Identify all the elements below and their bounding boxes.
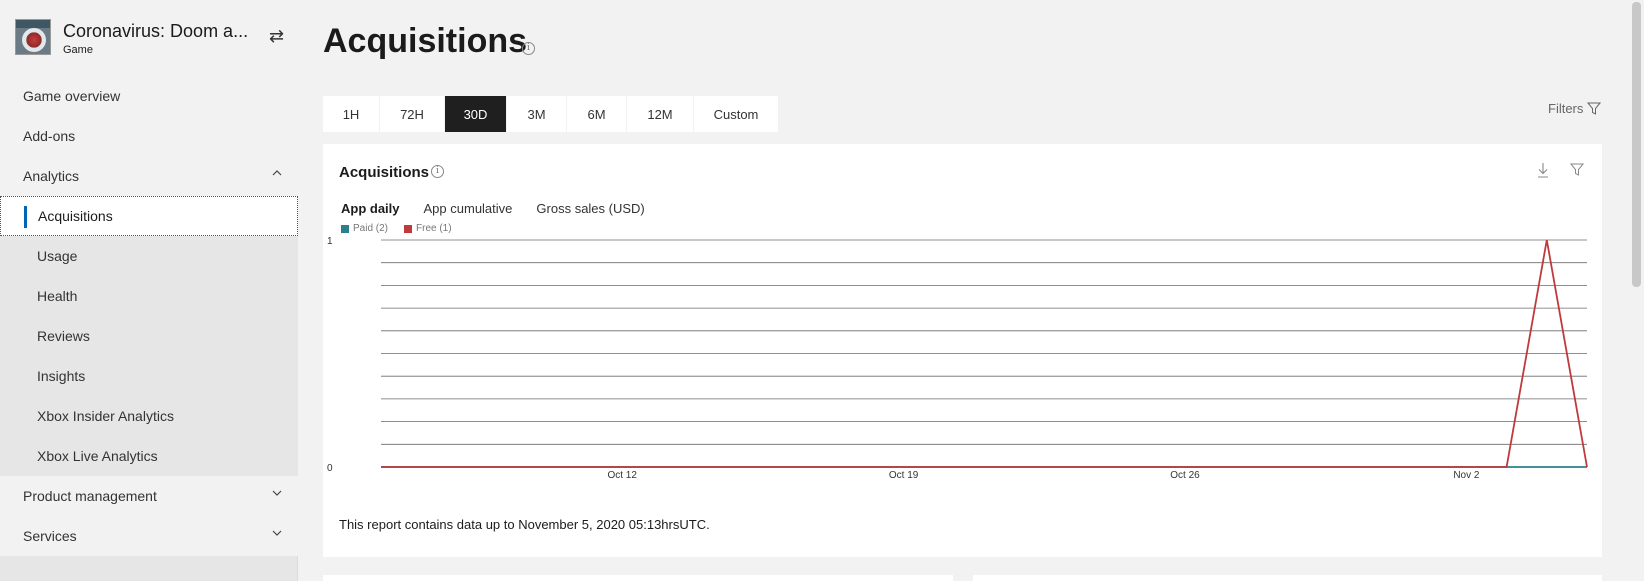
sidebar-item-label: Xbox Live Analytics bbox=[37, 448, 158, 464]
sidebar-item-analytics[interactable]: Analytics bbox=[0, 156, 298, 196]
sidebar-item-product-management[interactable]: Product management bbox=[0, 476, 298, 516]
sidebar: Coronavirus: Doom a... Game ⇄ Game overv… bbox=[0, 0, 298, 581]
sidebar-item-label: Add-ons bbox=[23, 128, 76, 144]
page-title: Acquisitions bbox=[323, 22, 528, 60]
subtab-app-daily[interactable]: App daily bbox=[341, 201, 400, 216]
range-tab-1h[interactable]: 1H bbox=[323, 96, 380, 132]
sidebar-item-xbox-live-analytics[interactable]: Xbox Live Analytics bbox=[0, 436, 298, 476]
bottom-card-right bbox=[973, 575, 1602, 581]
filters-label: Filters bbox=[1548, 101, 1584, 116]
sidebar-item-label: Usage bbox=[37, 248, 78, 264]
legend-swatch bbox=[404, 224, 413, 233]
filter-icon[interactable] bbox=[1570, 163, 1584, 176]
range-tab-3m[interactable]: 3M bbox=[507, 96, 567, 132]
chart-legend: Paid (2) Free (1) bbox=[341, 223, 452, 234]
info-icon[interactable]: i bbox=[522, 42, 535, 55]
chevron-down-icon bbox=[272, 530, 282, 536]
app-header: Coronavirus: Doom a... Game ⇄ bbox=[0, 0, 298, 80]
selected-indicator bbox=[24, 206, 27, 228]
sidebar-item-xbox-insider-analytics[interactable]: Xbox Insider Analytics bbox=[0, 396, 298, 436]
range-tab-custom[interactable]: Custom bbox=[694, 96, 779, 132]
bottom-card-left bbox=[323, 575, 953, 581]
sidebar-item-label: Insights bbox=[37, 368, 86, 384]
legend-label: Paid (2) bbox=[353, 223, 389, 234]
time-range-tabs: 1H 72H 30D 3M 6M 12M Custom bbox=[323, 96, 779, 132]
sidebar-item-label: Product management bbox=[23, 488, 157, 504]
sidebar-item-acquisitions[interactable]: Acquisitions bbox=[0, 196, 298, 236]
sidebar-item-label: Acquisitions bbox=[38, 208, 113, 224]
range-tab-72h[interactable]: 72H bbox=[380, 96, 445, 132]
swap-arrows-icon[interactable]: ⇄ bbox=[269, 26, 284, 47]
sidebar-item-label: Reviews bbox=[37, 328, 90, 344]
subtab-app-cumulative[interactable]: App cumulative bbox=[424, 201, 513, 216]
scrollbar-thumb[interactable] bbox=[1632, 2, 1641, 287]
range-tab-30d[interactable]: 30D bbox=[445, 96, 507, 132]
sidebar-item-label: Game overview bbox=[23, 88, 121, 104]
y-tick-label: 0 bbox=[327, 463, 333, 474]
sidebar-item-game-overview[interactable]: Game overview bbox=[0, 76, 298, 116]
x-tick-label: Oct 26 bbox=[1170, 470, 1200, 481]
x-tick-label: Nov 2 bbox=[1453, 470, 1480, 481]
legend-swatch bbox=[341, 224, 349, 233]
y-tick-label: 1 bbox=[327, 236, 333, 247]
report-note: This report contains data up to November… bbox=[339, 517, 710, 532]
filters-button[interactable]: Filters bbox=[1548, 101, 1602, 116]
acquisitions-line-chart: 0 1 Oct 12 Oct 19 Oct 26 Nov 2 bbox=[327, 236, 1588, 481]
sidebar-item-label: Health bbox=[37, 288, 78, 304]
app-title: Coronavirus: Doom a... bbox=[63, 21, 249, 41]
subtab-gross-sales[interactable]: Gross sales (USD) bbox=[536, 201, 644, 216]
chevron-down-icon bbox=[272, 490, 282, 496]
sidebar-item-label: Analytics bbox=[23, 168, 80, 184]
sidebar-item-insights[interactable]: Insights bbox=[0, 356, 298, 396]
info-icon[interactable]: i bbox=[431, 165, 444, 178]
download-icon[interactable] bbox=[1536, 162, 1550, 178]
page-scrollbar[interactable] bbox=[1629, 0, 1644, 581]
chart-subtabs: App daily App cumulative Gross sales (US… bbox=[341, 201, 645, 216]
range-tab-12m[interactable]: 12M bbox=[627, 96, 694, 132]
acquisitions-card: Acquisitions i App daily App cumulative … bbox=[323, 144, 1602, 557]
sidebar-item-health[interactable]: Health bbox=[0, 276, 298, 316]
sidebar-item-services[interactable]: Services bbox=[0, 516, 298, 556]
sidebar-item-add-ons[interactable]: Add-ons bbox=[0, 116, 298, 156]
range-tab-6m[interactable]: 6M bbox=[567, 96, 627, 132]
x-tick-label: Oct 19 bbox=[889, 470, 919, 481]
filter-icon bbox=[1587, 102, 1602, 115]
sidebar-item-usage[interactable]: Usage bbox=[0, 236, 298, 276]
card-title: Acquisitions bbox=[339, 164, 430, 181]
app-subtitle: Game bbox=[63, 44, 93, 56]
app-thumbnail bbox=[15, 19, 51, 55]
legend-item-paid[interactable]: Paid (2) bbox=[341, 223, 388, 234]
x-tick-label: Oct 12 bbox=[607, 470, 637, 481]
sidebar-item-label: Services bbox=[23, 528, 77, 544]
sidebar-item-label: Xbox Insider Analytics bbox=[37, 408, 174, 424]
sidebar-item-reviews[interactable]: Reviews bbox=[0, 316, 298, 356]
legend-label: Free (1) bbox=[416, 223, 452, 234]
chevron-up-icon bbox=[272, 170, 282, 176]
legend-item-free[interactable]: Free (1) bbox=[404, 223, 452, 234]
